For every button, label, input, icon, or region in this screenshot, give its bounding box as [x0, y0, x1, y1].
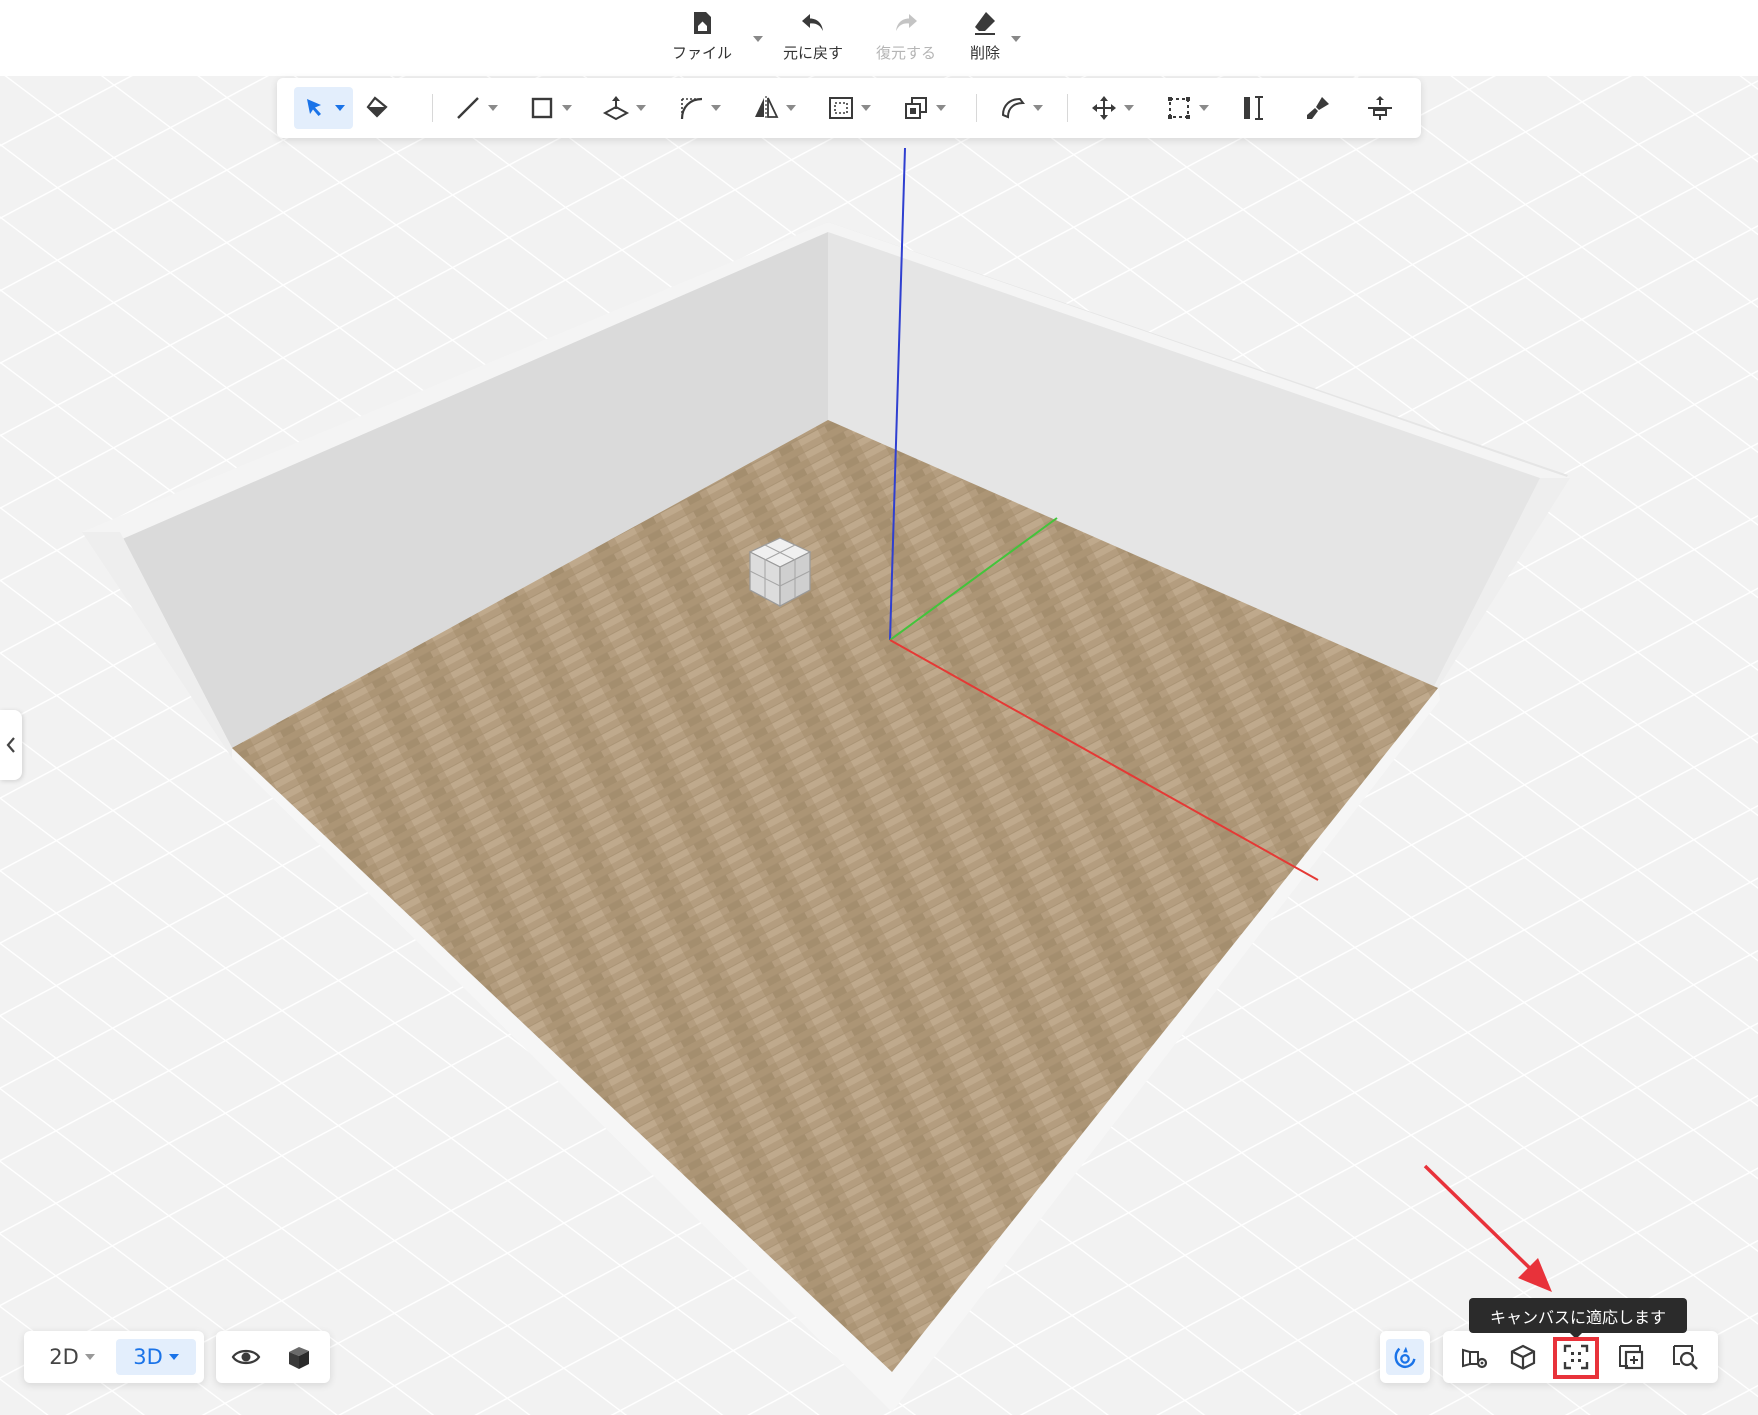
move-dropdown-caret[interactable] — [1124, 105, 1134, 111]
undo-arrow-icon — [802, 14, 823, 31]
undo-label: 元に戻す — [783, 44, 844, 62]
rectangle-dropdown-caret[interactable] — [562, 105, 572, 111]
tool-measure[interactable] — [1233, 87, 1277, 129]
chevron-left-icon — [6, 737, 15, 753]
redo-button[interactable]: 復元する — [876, 8, 936, 68]
copy-dropdown-caret[interactable] — [936, 105, 946, 111]
fit-canvas-icon — [1563, 1344, 1589, 1370]
offset-dropdown-caret[interactable] — [861, 105, 871, 111]
viewport-3d[interactable] — [0, 0, 1758, 1415]
array-icon — [1168, 97, 1190, 119]
push-pull-dropdown-caret[interactable] — [636, 105, 646, 111]
delete-dropdown-caret[interactable] — [1011, 36, 1021, 42]
tool-offset[interactable] — [820, 87, 880, 129]
tool-align[interactable] — [1359, 87, 1403, 129]
toolbar-divider — [1067, 94, 1068, 122]
toolbar-divider — [976, 94, 977, 122]
zoom-window-icon — [1619, 1345, 1644, 1370]
tool-array[interactable] — [1158, 87, 1218, 129]
tool-rectangle[interactable] — [521, 87, 579, 129]
arc-dropdown-caret[interactable] — [711, 105, 721, 111]
undo-button[interactable]: 元に戻す — [783, 8, 843, 68]
delete-label: 削除 — [970, 44, 1001, 62]
file-house-icon — [694, 12, 711, 34]
tool-paint[interactable] — [356, 87, 400, 129]
select-dropdown-caret[interactable] — [335, 105, 345, 111]
redo-label: 復元する — [876, 44, 937, 62]
snap-panel — [1380, 1331, 1430, 1383]
cursor-arrow-icon — [307, 99, 321, 116]
modeling-toolbar — [277, 78, 1421, 138]
eraser-icon — [975, 12, 995, 35]
visibility-button[interactable] — [226, 1339, 266, 1375]
view-3d-dropdown-caret[interactable] — [168, 1354, 179, 1360]
toolbar-divider — [432, 94, 433, 122]
fit-canvas-tooltip: キャンバスに適応します — [1469, 1298, 1687, 1333]
snap-toggle-button[interactable] — [1386, 1339, 1424, 1375]
zoom-window-button[interactable] — [1611, 1339, 1651, 1375]
cube-icon — [289, 1347, 309, 1369]
app-window: ファイル 元に戻す 復元する 削除 2D 3D キャンバスに適応します — [0, 0, 1758, 1415]
file-label: ファイル — [672, 44, 733, 62]
left-panel-toggle[interactable] — [0, 710, 22, 780]
tool-copy[interactable] — [895, 87, 955, 129]
tool-arc[interactable] — [670, 87, 730, 129]
display-panel — [216, 1331, 330, 1383]
tool-move[interactable] — [1083, 87, 1143, 129]
camera-settings-icon — [1462, 1348, 1488, 1369]
delete-button[interactable]: 削除 — [970, 8, 1000, 68]
tool-material-brush[interactable] — [1297, 87, 1341, 129]
array-dropdown-caret[interactable] — [1199, 105, 1209, 111]
top-menu-bar: ファイル 元に戻す 復元する 削除 — [0, 0, 1758, 76]
follow-me-dropdown-caret[interactable] — [1033, 105, 1043, 111]
file-dropdown-caret[interactable] — [753, 36, 763, 42]
view-3d-button[interactable]: 3D — [116, 1339, 196, 1375]
tool-follow-me[interactable] — [992, 87, 1052, 129]
view-mode-panel: 2D 3D — [24, 1331, 204, 1383]
magnet-icon — [1394, 1346, 1416, 1368]
tool-push-pull[interactable] — [595, 87, 655, 129]
standard-views-button[interactable] — [1503, 1339, 1543, 1375]
brush-icon — [1307, 97, 1329, 119]
file-button[interactable]: ファイル — [672, 8, 732, 68]
follow-me-icon — [1001, 97, 1025, 119]
measure-icon — [1244, 96, 1263, 120]
view-2d-label: 2D — [49, 1345, 79, 1369]
fit-to-canvas-button[interactable] — [1556, 1339, 1596, 1375]
eye-icon — [231, 1349, 261, 1365]
line-icon — [457, 97, 479, 119]
push-pull-icon — [602, 96, 630, 121]
tooltip-arrow — [1570, 1333, 1582, 1339]
zoom-search-icon — [1673, 1345, 1698, 1370]
paint-bucket-icon — [366, 96, 388, 118]
mirror-dropdown-caret[interactable] — [786, 105, 796, 111]
view-3d-label: 3D — [133, 1345, 163, 1369]
box-display-button[interactable] — [278, 1339, 318, 1375]
line-dropdown-caret[interactable] — [488, 105, 498, 111]
view-2d-dropdown-caret[interactable] — [84, 1354, 95, 1360]
zoom-search-button[interactable] — [1665, 1339, 1705, 1375]
mirror-icon — [755, 96, 779, 120]
view-2d-button[interactable]: 2D — [32, 1339, 112, 1375]
align-icon — [1368, 96, 1392, 120]
tool-mirror[interactable] — [745, 87, 805, 129]
arc-icon — [680, 97, 703, 120]
tool-line[interactable] — [447, 87, 505, 129]
camera-settings-button[interactable] — [1455, 1339, 1495, 1375]
redo-arrow-icon — [896, 14, 917, 31]
offset-icon — [829, 97, 853, 119]
move-icon — [1092, 96, 1116, 120]
tool-select[interactable] — [294, 87, 353, 129]
square-icon — [531, 97, 553, 119]
cube-outline-icon — [1510, 1344, 1536, 1370]
copy-icon — [905, 97, 927, 119]
